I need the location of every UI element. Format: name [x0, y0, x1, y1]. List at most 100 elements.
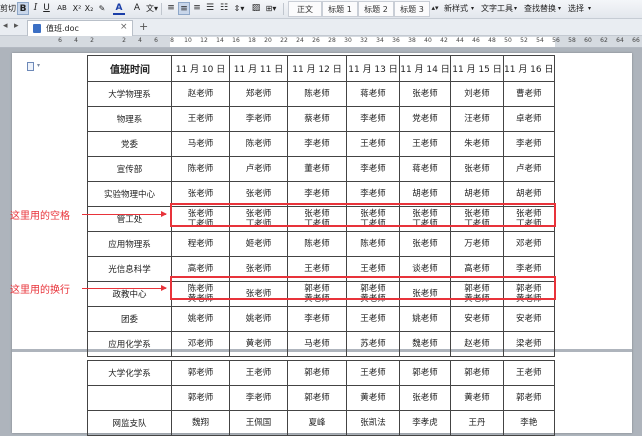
tab-document[interactable]: 值班.doc × — [27, 20, 133, 36]
dept-cell[interactable]: 大学物理系 — [87, 81, 172, 107]
duty-cell[interactable]: 蔡老师 — [287, 106, 347, 132]
shading-icon[interactable]: ▨ — [250, 2, 262, 15]
table-corner-cell[interactable]: 值班时间 — [87, 55, 172, 82]
highlight-icon[interactable]: ✎ — [97, 2, 107, 15]
duty-cell[interactable]: 黄老师 — [229, 331, 288, 357]
dept-cell[interactable] — [87, 385, 172, 411]
duty-cell[interactable]: 李老师 — [503, 131, 555, 157]
duty-cell[interactable]: 党老师 — [399, 106, 451, 132]
cut-label[interactable]: 剪切 — [0, 2, 16, 16]
duty-cell[interactable]: 苏老师 — [346, 331, 400, 357]
duty-cell[interactable]: 汪老师 — [450, 106, 504, 132]
duty-cell[interactable]: 王佩国 — [229, 410, 288, 436]
dept-cell[interactable]: 物理系 — [87, 106, 172, 132]
duty-cell[interactable]: 李老师 — [346, 106, 400, 132]
duty-cell[interactable]: 张老师 — [399, 385, 451, 411]
duty-cell[interactable]: 郑老师 — [229, 81, 288, 107]
duty-cell[interactable]: 郭老师 — [171, 360, 230, 386]
duty-cell[interactable]: 郭老师 — [287, 385, 347, 411]
superscript-button[interactable]: X² — [72, 2, 82, 15]
duty-cell[interactable]: 王老师 — [346, 360, 400, 386]
duty-cell[interactable]: 张老师 — [450, 156, 504, 182]
date-header-cell[interactable]: 11 月 15 日 — [450, 55, 504, 82]
duty-cell[interactable]: 安老师 — [503, 306, 555, 332]
duty-cell[interactable]: 王老师 — [171, 106, 230, 132]
new-style-dropdown-icon[interactable]: ▾ — [471, 2, 474, 16]
distributed-align-icon[interactable]: ☷ — [218, 2, 230, 15]
duty-cell[interactable]: 蒋老师 — [399, 156, 451, 182]
duty-cell[interactable]: 夏峰 — [287, 410, 347, 436]
duty-cell[interactable]: 陈老师 — [229, 131, 288, 157]
forward-arrow-icon[interactable]: ▸ — [14, 21, 19, 31]
duty-cell[interactable]: 魏翔 — [171, 410, 230, 436]
italic-button[interactable]: I — [30, 2, 41, 15]
date-header-cell[interactable]: 11 月 14 日 — [399, 55, 451, 82]
date-header-cell[interactable]: 11 月 12 日 — [287, 55, 347, 82]
dept-cell[interactable]: 网监支队 — [87, 410, 172, 436]
duty-cell[interactable]: 朱老师 — [450, 131, 504, 157]
strikethrough-button[interactable]: AB — [55, 2, 69, 15]
duty-cell[interactable]: 郭老师 — [450, 360, 504, 386]
duty-cell[interactable]: 卢老师 — [503, 156, 555, 182]
duty-schedule-table[interactable]: 值班时间 11 月 10 日 11 月 11 日 11 月 12 日 11 月 13 日… — [87, 55, 555, 436]
dept-cell[interactable]: 实验物理中心 — [87, 181, 172, 207]
duty-cell[interactable]: 李老师 — [287, 306, 347, 332]
style-heading-1[interactable]: 标题 1 — [322, 1, 358, 17]
duty-cell[interactable]: 姬老师 — [229, 231, 288, 257]
duty-cell[interactable]: 郭老师 — [503, 385, 555, 411]
duty-cell[interactable]: 卢老师 — [229, 156, 288, 182]
select-dropdown-icon[interactable]: ▾ — [588, 2, 591, 16]
duty-cell[interactable]: 李老师 — [346, 156, 400, 182]
duty-cell[interactable]: 董老师 — [287, 156, 347, 182]
duty-cell[interactable]: 邓老师 — [503, 231, 555, 257]
font-color-button[interactable]: A — [113, 2, 125, 15]
duty-cell[interactable]: 王老师 — [229, 360, 288, 386]
duty-cell[interactable]: 安老师 — [450, 306, 504, 332]
date-header-cell[interactable]: 11 月 10 日 — [171, 55, 230, 82]
duty-cell[interactable]: 曹老师 — [503, 81, 555, 107]
duty-cell[interactable]: 赵老师 — [171, 81, 230, 107]
duty-cell[interactable]: 郭老师 — [287, 360, 347, 386]
align-justify-icon[interactable]: ☰ — [204, 2, 216, 15]
duty-cell[interactable]: 陈老师 — [287, 231, 347, 257]
duty-cell[interactable]: 黄老师 — [450, 385, 504, 411]
duty-cell[interactable]: 王老师 — [399, 131, 451, 157]
horizontal-ruler[interactable]: 6 4 2 2 4 6 8 10 12 14 16 18 20 22 24 26 28 30 32 34 36 38 40 4… — [0, 36, 642, 48]
back-arrow-icon[interactable]: ◂ — [3, 21, 8, 31]
duty-cell[interactable]: 李老师 — [229, 385, 288, 411]
duty-cell[interactable]: 李老师 — [287, 131, 347, 157]
duty-cell[interactable]: 郭老师 — [171, 385, 230, 411]
duty-cell[interactable]: 程老师 — [171, 231, 230, 257]
duty-cell[interactable]: 李孝虎 — [399, 410, 451, 436]
duty-cell[interactable]: 张凯法 — [346, 410, 400, 436]
bold-button[interactable]: B — [17, 2, 29, 15]
duty-cell[interactable]: 蒋老师 — [346, 81, 400, 107]
add-tab-icon[interactable]: + — [139, 20, 148, 33]
duty-cell[interactable]: 姚老师 — [229, 306, 288, 332]
duty-cell[interactable]: 张老师 — [399, 231, 451, 257]
duty-cell[interactable]: 魏老师 — [399, 331, 451, 357]
duty-cell[interactable]: 陈老师 — [346, 231, 400, 257]
char-shading-icon[interactable]: A — [131, 2, 143, 15]
duty-cell[interactable]: 黄老师 — [346, 385, 400, 411]
select-button[interactable]: 选择 — [568, 2, 584, 16]
dept-cell[interactable]: 管工处 — [87, 206, 172, 232]
style-normal[interactable]: 正文 — [288, 1, 322, 17]
duty-cell[interactable]: 王老师 — [346, 306, 400, 332]
align-left-icon[interactable]: ≡ — [165, 2, 177, 15]
style-heading-3[interactable]: 标题 3 — [394, 1, 430, 17]
duty-cell[interactable]: 姚老师 — [171, 306, 230, 332]
duty-cell[interactable]: 姚老师 — [399, 306, 451, 332]
dept-cell[interactable]: 团委 — [87, 306, 172, 332]
dept-cell[interactable]: 应用物理系 — [87, 231, 172, 257]
duty-cell[interactable]: 卓老师 — [503, 106, 555, 132]
dept-cell[interactable]: 党委 — [87, 131, 172, 157]
underline-button[interactable]: U — [41, 2, 52, 15]
duty-cell[interactable]: 梁老师 — [503, 331, 555, 357]
duty-cell[interactable]: 马老师 — [287, 331, 347, 357]
duty-cell[interactable]: 万老师 — [450, 231, 504, 257]
date-header-cell[interactable]: 11 月 13 日 — [346, 55, 400, 82]
duty-cell[interactable]: 李老师 — [229, 106, 288, 132]
duty-cell[interactable]: 王丹 — [450, 410, 504, 436]
dept-cell[interactable]: 光信息科学 — [87, 256, 172, 282]
